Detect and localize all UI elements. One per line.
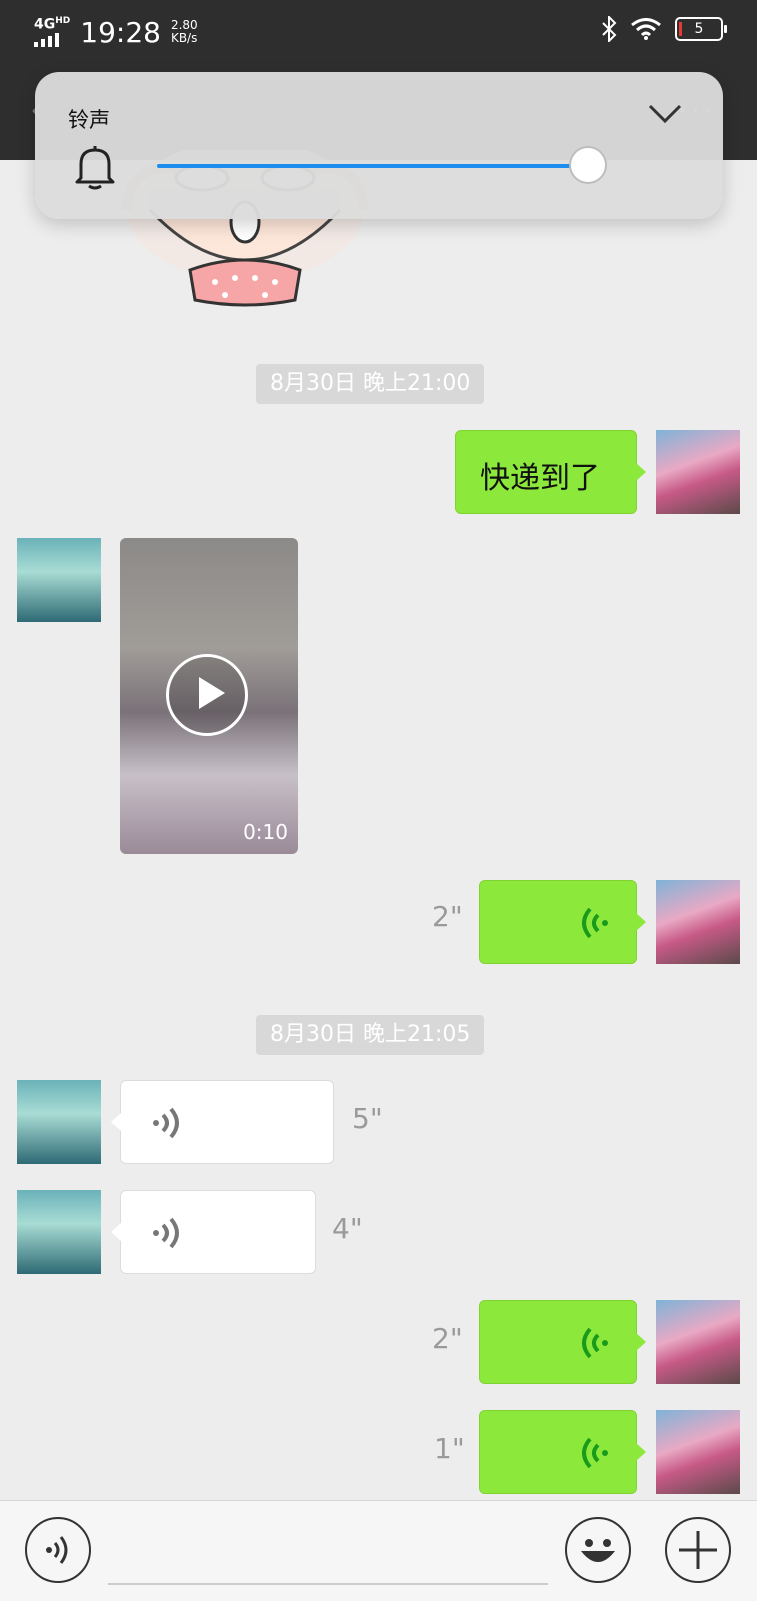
my-avatar[interactable] (656, 430, 740, 514)
incoming-voice-bubble[interactable] (111, 1190, 316, 1274)
voice-duration: 2" (432, 900, 463, 933)
battery-label: 5 (694, 21, 704, 37)
emoji-button[interactable] (565, 1517, 631, 1583)
contact-avatar[interactable] (17, 1080, 101, 1164)
voice-wave-icon (153, 1217, 179, 1249)
volume-slider-fill (157, 164, 577, 168)
voice-wave-icon (582, 1437, 608, 1469)
net-speed-unit: KB/s (170, 31, 198, 46)
voice-duration: 2" (432, 1322, 463, 1355)
bell-icon[interactable] (73, 144, 117, 190)
voice-duration: 4" (332, 1212, 363, 1245)
incoming-voice-bubble[interactable] (111, 1080, 334, 1164)
status-left: 4GHD 19:28 2.80 KB/s (34, 14, 198, 51)
chat-input-bar (0, 1500, 757, 1601)
play-icon[interactable] (166, 654, 248, 736)
timestamp-divider: 8月30日 晚上21:00 (256, 364, 485, 404)
my-avatar[interactable] (656, 1300, 740, 1384)
chevron-down-icon[interactable] (647, 102, 683, 126)
battery-level (679, 22, 682, 36)
network-label: 4G (34, 16, 56, 33)
timestamp-divider: 8月30日 晚上21:05 (256, 1015, 485, 1055)
video-duration: 0:10 (243, 820, 288, 844)
outgoing-text-bubble[interactable]: 快递到了 (455, 430, 646, 514)
voice-wave-icon (153, 1107, 179, 1139)
voice-duration: 5" (352, 1102, 383, 1135)
more-functions-button[interactable] (665, 1517, 731, 1583)
voice-wave-icon (582, 907, 608, 939)
voice-input-button[interactable] (25, 1517, 91, 1583)
voice-duration: 1" (434, 1432, 465, 1465)
status-right: 5 (601, 16, 727, 42)
my-avatar[interactable] (656, 1410, 740, 1494)
voice-wave-icon (46, 1536, 68, 1564)
ringtone-volume-panel: 铃声 (35, 72, 723, 219)
my-avatar[interactable] (656, 880, 740, 964)
message-text: 快递到了 (480, 461, 600, 496)
outgoing-voice-bubble[interactable] (479, 1410, 646, 1494)
wifi-icon (631, 18, 661, 40)
volume-slider-track[interactable] (157, 146, 608, 184)
message-input[interactable] (108, 1583, 548, 1585)
outgoing-voice-bubble[interactable] (479, 880, 646, 964)
bluetooth-icon (602, 16, 617, 42)
voice-wave-icon (582, 1327, 608, 1359)
clock: 19:28 (80, 15, 161, 49)
volume-panel-title: 铃声 (68, 108, 110, 132)
contact-avatar[interactable] (17, 1190, 101, 1274)
network-indicator: 4GHD (34, 14, 70, 51)
contact-avatar[interactable] (17, 538, 101, 622)
net-speed: 2.80 KB/s (171, 19, 198, 45)
volume-slider-thumb[interactable] (569, 146, 608, 184)
smiley-icon (581, 1539, 615, 1562)
plus-icon (679, 1531, 717, 1569)
outgoing-voice-bubble[interactable] (479, 1300, 646, 1384)
signal-icon (34, 32, 59, 47)
battery-icon: 5 (675, 17, 727, 41)
video-message[interactable]: 0:10 (120, 538, 298, 854)
network-sup: HD (55, 16, 71, 26)
